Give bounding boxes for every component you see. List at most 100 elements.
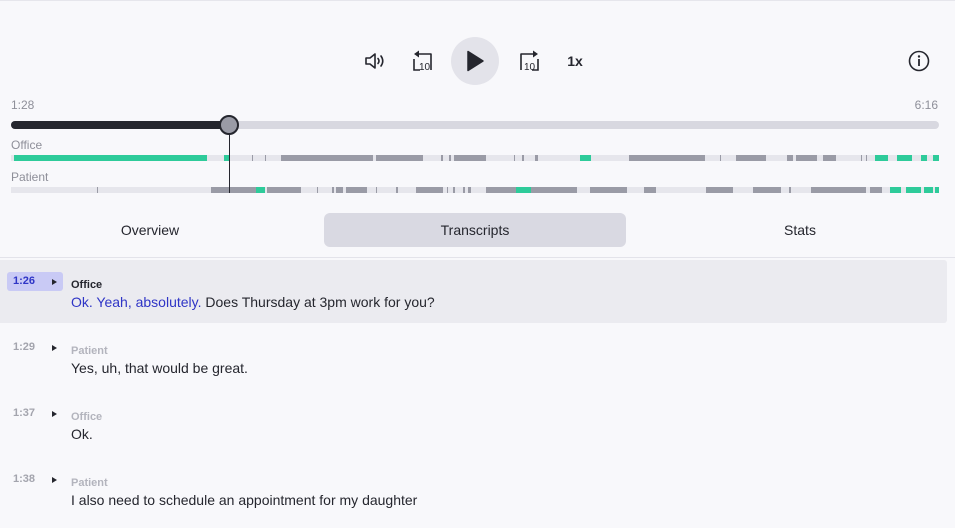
utterance-rest: Does Thursday at 3pm work for you?: [201, 294, 435, 310]
speaker-label: Patient: [71, 345, 108, 357]
speech-segment: [463, 187, 465, 193]
speech-segment: [720, 155, 721, 161]
speech-segment: [535, 155, 538, 161]
utterance-text: Ok. Yeah, absolutely. Does Thursday at 3…: [71, 294, 435, 310]
progress-track[interactable]: [11, 115, 939, 135]
speech-segment: [590, 187, 627, 193]
speech-segment: [376, 187, 377, 193]
player-controls: 10 10 1x: [0, 36, 955, 86]
speech-segment: [890, 187, 901, 193]
forward-10-icon[interactable]: 10: [515, 49, 541, 75]
speech-segment: [706, 187, 733, 193]
tab-overview[interactable]: Overview: [0, 213, 300, 247]
play-button[interactable]: [451, 37, 499, 85]
play-icon: [467, 50, 484, 72]
speech-segment: [644, 187, 656, 193]
speech-segment: [396, 187, 398, 193]
svg-text:10: 10: [524, 62, 536, 73]
speech-segment: [454, 155, 486, 161]
office-speech-lane[interactable]: [11, 155, 939, 161]
play-segment-icon[interactable]: [52, 345, 57, 351]
speech-segment: [789, 187, 791, 193]
progress-knob[interactable]: [219, 115, 240, 135]
speech-segment: [267, 187, 301, 193]
speech-segment: [935, 187, 939, 193]
utterance-text: I also need to schedule an appointment f…: [71, 492, 417, 508]
play-segment-icon[interactable]: [52, 411, 57, 417]
speech-segment: [736, 155, 766, 161]
speech-segment: [486, 187, 516, 193]
utterance-rest: Ok.: [71, 426, 93, 442]
speech-segment: [14, 155, 207, 161]
speech-segment: [252, 155, 253, 161]
speech-segment: [629, 155, 705, 161]
speech-segment: [317, 187, 318, 193]
tab-stats[interactable]: Stats: [650, 213, 950, 247]
speaker-label: Office: [71, 411, 103, 423]
spoken-highlight: Ok. Yeah, absolutely.: [71, 294, 202, 310]
tabs-divider: [0, 257, 955, 258]
speech-segment: [346, 187, 367, 193]
speech-segment: [447, 187, 448, 193]
speech-segment: [449, 155, 451, 161]
speech-segment: [441, 155, 443, 161]
volume-icon[interactable]: [362, 49, 388, 73]
speech-segment: [416, 187, 443, 193]
transcript-row[interactable]: 1:38 Patient I also need to schedule an …: [0, 458, 947, 521]
progress-fill: [11, 121, 230, 129]
speech-segment: [265, 155, 266, 161]
patient-speech-lane[interactable]: [11, 187, 939, 193]
speech-segment: [516, 187, 531, 193]
speech-segment: [753, 187, 781, 193]
transcript-row[interactable]: 1:26 Office Ok. Yeah, absolutely. Does T…: [0, 260, 947, 323]
svg-text:10: 10: [419, 62, 431, 73]
speech-segment: [514, 155, 515, 161]
speech-segment: [933, 155, 939, 161]
speech-segment: [522, 155, 524, 161]
speech-segment: [468, 187, 471, 193]
speech-segment: [281, 155, 373, 161]
speech-segment: [332, 187, 334, 193]
utterance-text: Yes, uh, that would be great.: [71, 360, 248, 376]
top-divider: [0, 0, 955, 1]
speech-segment: [376, 155, 423, 161]
patient-lane-label: Patient: [11, 170, 49, 184]
speech-segment: [870, 187, 882, 193]
tab-transcripts[interactable]: Transcripts: [324, 213, 626, 247]
speech-segment: [531, 187, 577, 193]
utterance-rest: I also need to schedule an appointment f…: [71, 492, 418, 508]
play-segment-icon[interactable]: [52, 279, 57, 285]
speech-segment: [866, 155, 867, 161]
speech-segment: [906, 187, 921, 193]
speaker-label: Office: [71, 279, 103, 291]
speech-segment: [796, 155, 817, 161]
speech-segment: [256, 187, 265, 193]
rewind-10-icon[interactable]: 10: [411, 49, 437, 75]
current-time: 1:28: [11, 98, 35, 112]
speech-segment: [234, 187, 256, 193]
speech-segment: [897, 155, 912, 161]
speech-segment: [336, 187, 343, 193]
total-time: 6:16: [914, 98, 938, 112]
playhead-line: [229, 133, 230, 193]
speech-segment: [211, 187, 229, 193]
speech-segment: [823, 155, 836, 161]
speech-segment: [811, 187, 866, 193]
speech-segment: [453, 187, 455, 193]
transcript-row[interactable]: 1:37 Office Ok.: [0, 392, 947, 455]
speech-segment: [861, 155, 862, 161]
speech-segment: [97, 187, 98, 193]
play-segment-icon[interactable]: [52, 477, 57, 483]
utterance-rest: Yes, uh, that would be great.: [71, 360, 248, 376]
speaker-label: Patient: [71, 477, 108, 489]
speech-segment: [924, 187, 933, 193]
speech-segment: [787, 155, 793, 161]
speech-segment: [580, 155, 591, 161]
speech-segment: [875, 155, 888, 161]
playback-speed-button[interactable]: 1x: [560, 49, 590, 73]
utterance-text: Ok.: [71, 426, 93, 442]
transcript-row[interactable]: 1:29 Patient Yes, uh, that would be grea…: [0, 326, 947, 389]
speech-segment: [921, 155, 927, 161]
info-icon[interactable]: [907, 49, 931, 73]
office-lane-label: Office: [11, 138, 43, 152]
